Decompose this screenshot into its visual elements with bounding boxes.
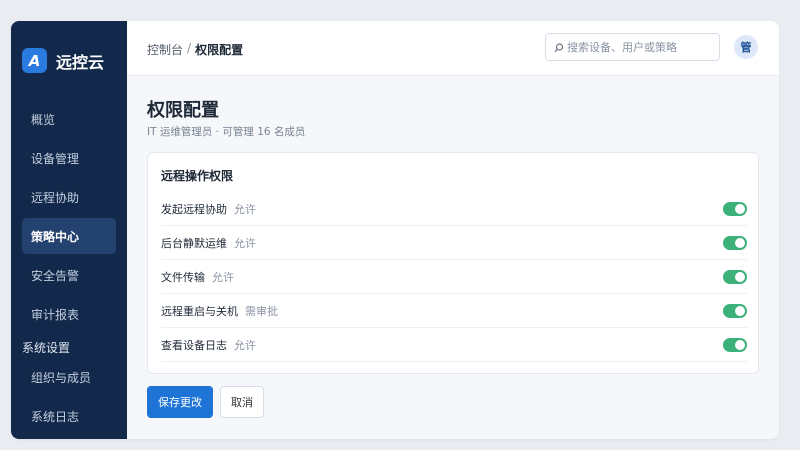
sidebar-group-system-settings: 系统设置 [22, 341, 71, 355]
permission-name: 后台静默运维 [161, 236, 227, 250]
permission-toggle[interactable] [723, 338, 747, 352]
sidebar-item-audit-reports[interactable]: 审计报表 [22, 296, 116, 332]
app-window: A 远控云 概览 设备管理 远程协助 策略中心 安全告警 审计报表 系统设置 组… [11, 21, 779, 439]
sidebar-item-remote-assist[interactable]: 远程协助 [22, 179, 116, 215]
permission-status: 允许 [234, 236, 256, 250]
permission-row-initiate-remote: 发起远程协助 允许 [161, 192, 747, 226]
permission-row-view-logs: 查看设备日志 允许 [161, 328, 747, 362]
sidebar: A 远控云 概览 设备管理 远程协助 策略中心 安全告警 审计报表 系统设置 组… [11, 21, 127, 439]
permission-row-file-transfer: 文件传输 允许 [161, 260, 747, 294]
permission-toggle[interactable] [723, 270, 747, 284]
sidebar-item-security-alerts[interactable]: 安全告警 [22, 257, 116, 293]
remote-permissions-card: 远程操作权限 发起远程协助 允许 后台静默运维 允许 文件传输 允许 远程重启与… [147, 152, 759, 374]
user-avatar[interactable]: 管 [734, 35, 758, 59]
search-box[interactable] [545, 33, 720, 61]
save-button[interactable]: 保存更改 [147, 386, 213, 418]
brand-name: 远控云 [56, 52, 105, 72]
sidebar-item-org-members[interactable]: 组织与成员 [22, 359, 116, 395]
breadcrumb: 控制台 / 权限配置 [147, 41, 243, 58]
permission-row-restart-shutdown: 远程重启与关机 需审批 [161, 294, 747, 328]
page-title: 权限配置 [147, 100, 219, 121]
brand-logo-icon: A [22, 48, 47, 73]
card-title: 远程操作权限 [161, 169, 234, 183]
breadcrumb-separator: / [187, 41, 192, 55]
permission-row-silent-ops: 后台静默运维 允许 [161, 226, 747, 260]
sidebar-item-devices[interactable]: 设备管理 [22, 140, 116, 176]
search-icon [554, 38, 564, 57]
breadcrumb-current: 权限配置 [195, 43, 244, 57]
sidebar-item-policy-center[interactable]: 策略中心 [22, 218, 116, 254]
sidebar-item-system-logs[interactable]: 系统日志 [22, 398, 116, 434]
permission-name: 查看设备日志 [161, 338, 227, 352]
permission-toggle[interactable] [723, 304, 747, 318]
permission-name: 远程重启与关机 [161, 304, 238, 318]
permission-toggle[interactable] [723, 202, 747, 216]
page-subtitle: IT 运维管理员 · 可管理 16 名成员 [147, 126, 306, 138]
sidebar-item-overview[interactable]: 概览 [22, 101, 116, 137]
permission-toggle[interactable] [723, 236, 747, 250]
brand: A 远控云 [22, 48, 104, 73]
permission-status: 允许 [234, 338, 256, 352]
permission-name: 发起远程协助 [161, 202, 227, 216]
permission-status: 需审批 [245, 304, 278, 318]
permission-status: 允许 [234, 202, 256, 216]
breadcrumb-parent[interactable]: 控制台 [147, 41, 183, 58]
search-input[interactable] [567, 40, 707, 54]
cancel-button[interactable]: 取消 [220, 386, 264, 418]
top-header: 控制台 / 权限配置 管 [127, 21, 779, 76]
permission-name: 文件传输 [161, 270, 205, 284]
permission-status: 允许 [212, 270, 234, 284]
